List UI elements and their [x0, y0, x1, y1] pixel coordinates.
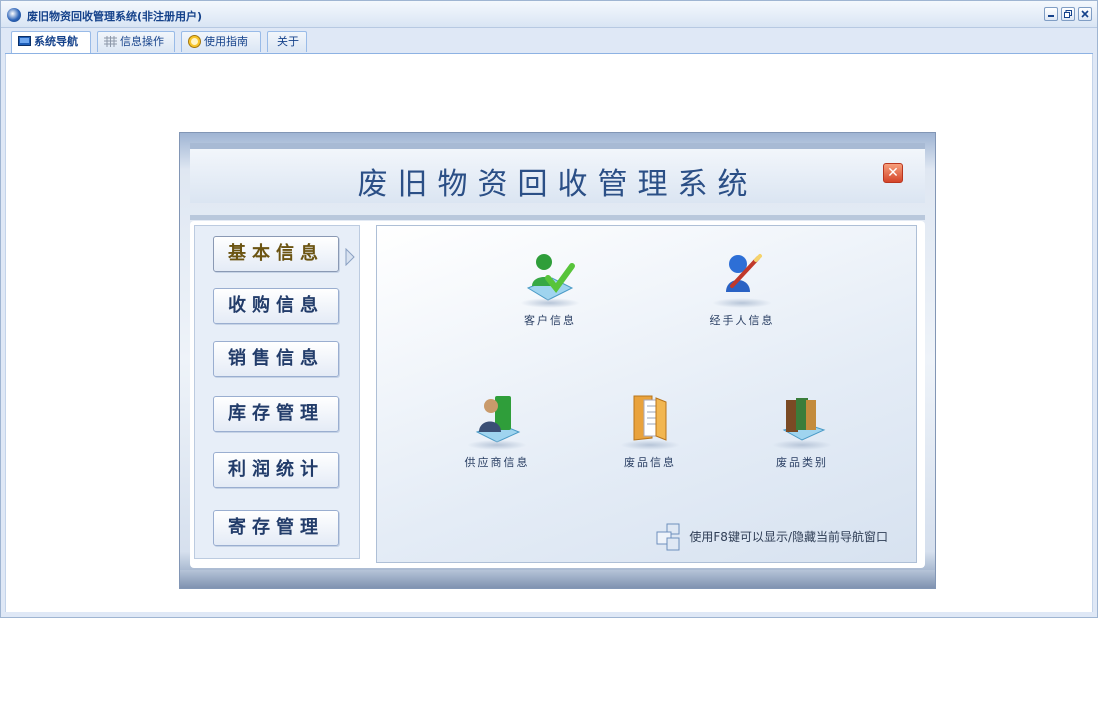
close-icon — [1081, 10, 1089, 18]
divider — [190, 215, 925, 220]
tab-info-operation[interactable]: 信息操作 — [97, 31, 175, 52]
supplier-icon — [475, 396, 521, 443]
item-label: 废品信息 — [624, 456, 676, 469]
restore-icon — [1064, 10, 1072, 18]
item-handler-info[interactable]: 经手人信息 — [687, 248, 797, 328]
title-bar: 废旧物资回收管理系统(非注册用户) — [1, 1, 1097, 28]
category-menu: 基本信息 收购信息 销售信息 库存管理 利润统计 寄存管理 — [194, 225, 360, 559]
item-waste-info[interactable]: 废品信息 — [595, 390, 705, 470]
menu-purchase-info[interactable]: 收购信息 — [213, 288, 339, 324]
item-label: 经手人信息 — [709, 314, 775, 327]
item-customer-info[interactable]: 客户信息 — [495, 248, 605, 328]
tab-label: 使用指南 — [204, 35, 248, 48]
item-label: 客户信息 — [524, 314, 576, 327]
menu-profit-stats[interactable]: 利润统计 — [213, 452, 339, 488]
tab-label: 信息操作 — [120, 35, 164, 48]
app-icon — [7, 8, 21, 22]
window-icon — [656, 523, 680, 551]
grid-icon — [104, 36, 117, 47]
tab-user-guide[interactable]: 使用指南 — [181, 31, 261, 52]
item-supplier-info[interactable]: 供应商信息 — [442, 390, 552, 470]
navigation-panel: 废旧物资回收管理系统 ✕ 基本信息 收购信息 销售信息 库存管理 利润统计 寄存… — [179, 132, 936, 589]
hint-text: 使用F8键可以显示/隐藏当前导航窗口 — [689, 530, 888, 544]
item-label: 废品类别 — [776, 456, 828, 469]
item-waste-category[interactable]: 废品类别 — [747, 390, 857, 470]
restore-button[interactable] — [1061, 7, 1075, 21]
minimize-icon — [1048, 15, 1054, 17]
function-icon-area: 客户信息 经手人信息 供应商信息 废品信息 废品类别 使用F8键可以显示/隐藏当… — [376, 225, 917, 563]
tab-about[interactable]: 关于 — [267, 31, 307, 52]
monitor-icon — [18, 36, 31, 46]
help-icon — [188, 35, 201, 48]
menu-sales-info[interactable]: 销售信息 — [213, 341, 339, 377]
menu-basic-info[interactable]: 基本信息 — [213, 236, 339, 272]
item-label: 供应商信息 — [464, 456, 530, 469]
navigation-close-button[interactable]: ✕ — [883, 163, 903, 183]
active-arrow-icon — [345, 248, 355, 266]
window-title: 废旧物资回收管理系统(非注册用户) — [27, 10, 203, 23]
navigation-footer — [180, 570, 935, 588]
close-icon: ✕ — [887, 165, 899, 181]
menu-storage[interactable]: 寄存管理 — [213, 510, 339, 546]
handler-icon — [726, 254, 762, 292]
tab-label: 关于 — [277, 35, 299, 48]
navigation-header: 废旧物资回收管理系统 ✕ — [190, 149, 925, 203]
menu-inventory[interactable]: 库存管理 — [213, 396, 339, 432]
books-icon — [782, 398, 826, 441]
customer-icon — [526, 254, 575, 301]
close-button[interactable] — [1078, 7, 1092, 21]
tab-system-navigation[interactable]: 系统导航 — [11, 31, 91, 53]
navigation-title: 废旧物资回收管理系统 — [357, 167, 758, 202]
minimize-button[interactable] — [1044, 7, 1058, 21]
navigation-body: 基本信息 收购信息 销售信息 库存管理 利润统计 寄存管理 客户信息 经手人信息… — [190, 221, 925, 568]
folder-icon — [633, 395, 667, 441]
tab-bar: 系统导航 信息操作 使用指南 关于 — [5, 29, 1093, 54]
f8-hint: 使用F8键可以显示/隐藏当前导航窗口 — [656, 523, 888, 551]
tab-label: 系统导航 — [34, 35, 78, 48]
